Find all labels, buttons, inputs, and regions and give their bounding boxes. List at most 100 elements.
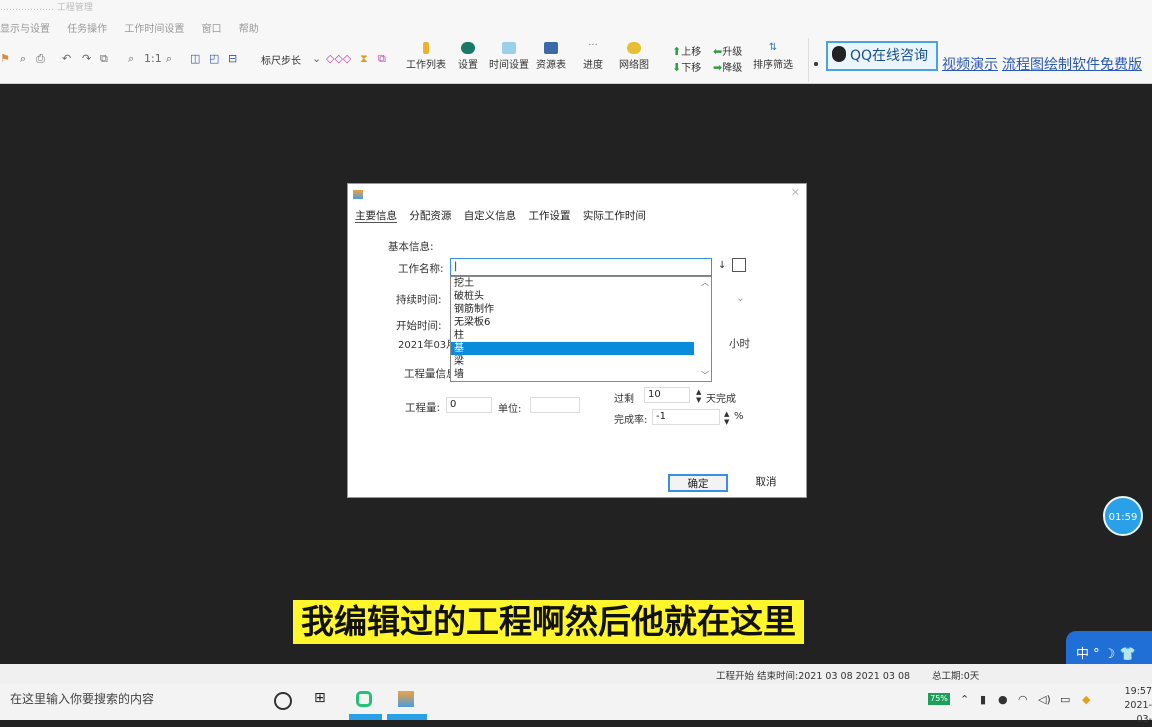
window-toggle-icon[interactable] — [732, 258, 746, 272]
dropdown-scrollbar[interactable]: ︿ ﹀ — [698, 277, 711, 381]
hourglass-icon[interactable]: ⧗ — [360, 52, 368, 66]
recording-timer[interactable]: 01:59 — [1103, 496, 1143, 536]
completion-rate-input[interactable]: -1 — [652, 409, 720, 425]
microphone-icon[interactable]: ▮ — [980, 693, 986, 706]
app-tray-icon[interactable]: ◆ — [1082, 693, 1090, 706]
table-icon — [544, 42, 558, 54]
tab-custom-info[interactable]: 自定义信息 — [464, 210, 517, 222]
chevron-down-icon[interactable]: ﹀ — [701, 370, 709, 381]
completion-stepper[interactable]: ▲ ▼ — [724, 410, 729, 426]
task-view-icon[interactable]: ⊞ — [314, 690, 334, 710]
overdue-stepper[interactable]: ▲ ▼ — [696, 388, 701, 404]
wifi-icon[interactable]: ◠ — [1018, 693, 1028, 706]
ok-button[interactable]: 确定 — [668, 474, 728, 492]
list-item[interactable]: 无梁板6 — [451, 316, 694, 329]
app-project-icon[interactable] — [398, 691, 414, 707]
button-label: 网络图 — [619, 60, 649, 71]
chevron-up-icon[interactable]: ︿ — [701, 277, 709, 288]
workload-label: 工程量: — [405, 402, 441, 414]
qq-consult-button[interactable]: QQ在线咨询 — [826, 41, 938, 71]
sort-filter-button[interactable]: ⇅ 排序筛选 — [752, 42, 794, 71]
list-item[interactable]: 墙 — [451, 368, 694, 381]
work-name-input[interactable]: | — [450, 258, 712, 276]
layout-icon[interactable]: ◫ — [190, 52, 200, 65]
cancel-button[interactable]: 取消 — [744, 474, 788, 492]
toolbar-divider — [808, 38, 809, 82]
menu-item[interactable]: 窗口 — [202, 24, 222, 35]
move-down-button[interactable]: ⬇下移 — [672, 59, 701, 74]
windows-taskbar: 在这里输入你要搜索的内容 ⊞ 75% ⌃ ▮ ● ◠ ◁) ▭ ◆ 19:57 … — [0, 684, 1152, 725]
menu-item[interactable]: 显示与设置 — [0, 24, 50, 35]
active-app-indicator — [387, 714, 427, 720]
status-bar: 工程开始 结束时间:2021 03 08 2021 03 08 总工期:0天 — [0, 664, 1152, 684]
time-settings-button[interactable]: 时间设置 — [487, 42, 531, 71]
zoom-icon[interactable]: ⌕ — [128, 52, 134, 66]
undo-icon[interactable]: ↶ — [62, 52, 71, 65]
work-list-button[interactable]: 工作列表 — [405, 42, 447, 71]
close-icon[interactable]: ✕ — [791, 186, 800, 199]
overdue-days-input[interactable]: 10 — [644, 387, 690, 403]
battery-level[interactable]: 75% — [928, 693, 950, 705]
bullet-dot — [814, 62, 818, 66]
clock-time: 19:57 — [1124, 686, 1152, 697]
video-demo-link[interactable]: 视频演示 — [942, 54, 998, 74]
redo-icon[interactable]: ↷ — [82, 52, 91, 65]
progress-button[interactable]: ··· 进度 — [580, 41, 606, 72]
list-item[interactable]: 柱 — [451, 329, 694, 342]
window-icon[interactable]: ◰ — [209, 52, 219, 65]
ruler-step-label[interactable]: 标尺步长 — [261, 52, 301, 67]
cortana-icon[interactable] — [274, 692, 292, 710]
zoom-out-icon[interactable]: ⌕ — [20, 52, 26, 66]
flowchart-software-link[interactable]: 流程图绘制软件免费版 — [1002, 54, 1142, 74]
list-item[interactable]: 梁 — [451, 355, 694, 368]
gear-icon — [461, 42, 475, 54]
taskbar-clock[interactable]: 19:57 2021-03- — [1110, 685, 1152, 727]
volume-icon[interactable]: ◁) — [1038, 693, 1051, 706]
tab-work-settings[interactable]: 工作设置 — [529, 210, 571, 222]
link-icon[interactable]: ⧉ — [378, 52, 386, 66]
list-item[interactable]: 破桩头 — [451, 290, 694, 303]
flag-icon[interactable]: ⚑ — [0, 52, 10, 65]
taskbar-search-input[interactable]: 在这里输入你要搜索的内容 — [10, 690, 154, 707]
list-item-selected[interactable]: 基 — [451, 342, 694, 355]
tab-main-info[interactable]: 主要信息 — [355, 210, 397, 223]
chevron-down-icon[interactable]: ⌄ — [736, 292, 745, 304]
resource-table-button[interactable]: 资源表 — [535, 42, 567, 71]
network-icon — [627, 42, 641, 54]
project-time-status: 工程开始 结束时间:2021 03 08 2021 03 08 — [716, 671, 911, 682]
chevron-down-icon[interactable]: ⌄ — [312, 52, 321, 65]
unit-select[interactable] — [530, 397, 580, 413]
start-time-value[interactable]: 2021年03月 — [398, 336, 456, 351]
menu-item[interactable]: 帮助 — [239, 24, 259, 35]
app-green-icon[interactable] — [356, 691, 372, 707]
list-item[interactable]: 钢筋制作 — [451, 303, 694, 316]
list-item[interactable]: 挖土 — [451, 277, 694, 290]
diamond-icon[interactable]: ◇◇◇ — [326, 52, 351, 65]
qq-tray-icon[interactable]: ● — [998, 693, 1008, 706]
promote-button[interactable]: ⬅升级 — [713, 43, 742, 58]
copy-icon[interactable]: ⧉ — [100, 52, 108, 66]
tray-chevron-up-icon[interactable]: ⌃ — [960, 693, 969, 706]
workload-input[interactable]: 0 — [446, 397, 492, 413]
button-label: 下移 — [681, 63, 702, 74]
dropdown-arrow-icon[interactable]: ↓ — [718, 260, 726, 271]
settings-button[interactable]: 设置 — [456, 42, 480, 71]
notification-icon[interactable]: ▭ — [1060, 693, 1070, 706]
menu-item[interactable]: 工作时间设置 — [124, 24, 184, 35]
menu-item[interactable]: 任务操作 — [67, 24, 107, 35]
app-icon — [353, 190, 363, 199]
hours-unit: 小时 — [729, 338, 750, 350]
move-up-button[interactable]: ⬆上移 — [672, 43, 701, 58]
calendar-icon — [502, 42, 516, 54]
split-icon[interactable]: ⊟ — [228, 52, 237, 65]
zoom-ratio[interactable]: 1:1 — [144, 52, 162, 65]
tab-actual-work-time[interactable]: 实际工作时间 — [583, 210, 646, 222]
zoom-in-icon[interactable]: ⌕ — [166, 52, 172, 66]
print-icon[interactable]: ⎙ — [36, 52, 45, 66]
demote-button[interactable]: ➡降级 — [713, 59, 742, 74]
work-name-dropdown-list: 挖土 破桩头 钢筋制作 无梁板6 柱 基 梁 墙 ︿ ﹀ — [450, 276, 712, 382]
button-label: 工作列表 — [406, 60, 446, 71]
list-icon — [423, 42, 429, 54]
tab-assign-resources[interactable]: 分配资源 — [409, 210, 451, 222]
network-diagram-button[interactable]: 网络图 — [616, 42, 652, 71]
